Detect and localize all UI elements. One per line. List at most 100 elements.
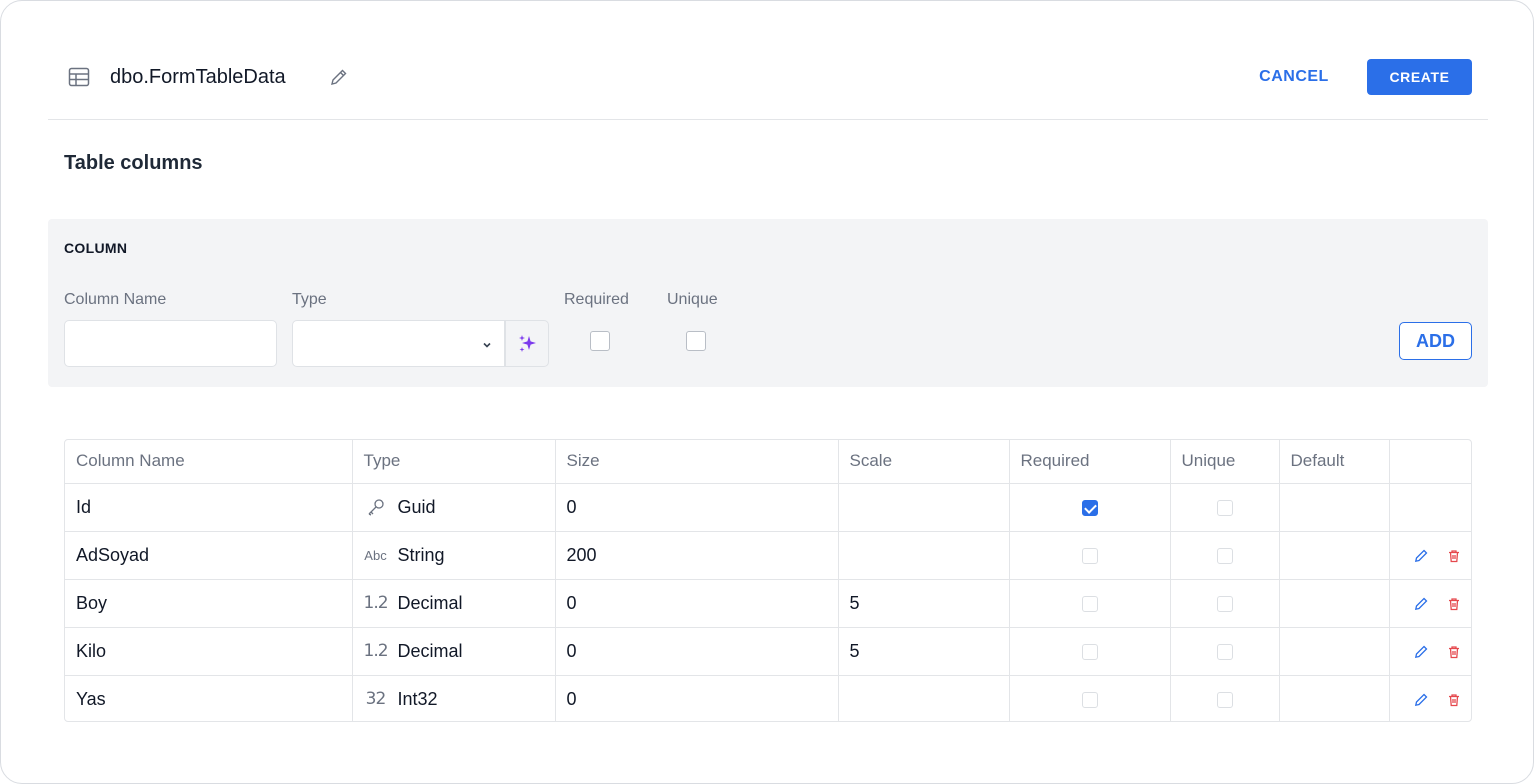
type-name: String [397, 544, 445, 565]
table-row: Yas 32 Int32 0 [65, 675, 1471, 721]
sparkles-icon [519, 335, 536, 352]
cell-column-name: AdSoyad [65, 531, 353, 580]
cell-type: Guid [352, 483, 556, 532]
unique-checkbox[interactable] [1216, 643, 1233, 660]
header-actions [1389, 440, 1471, 484]
header-column-name: Column Name [65, 440, 353, 484]
key-icon [368, 499, 384, 516]
cell-size: 0 [555, 627, 839, 676]
cell-size: 0 [555, 675, 839, 721]
create-button[interactable]: CREATE [1367, 59, 1472, 95]
decimal-type-icon: 1.2 [363, 593, 389, 613]
cell-required [1009, 675, 1171, 721]
unique-checkbox[interactable] [686, 331, 706, 351]
delete-trash-icon[interactable] [1446, 692, 1462, 708]
unique-label: Unique [667, 291, 718, 308]
cell-type: Abc String [352, 531, 556, 580]
cell-unique [1170, 627, 1280, 676]
delete-trash-icon[interactable] [1446, 644, 1462, 660]
cell-default [1279, 675, 1390, 721]
cell-unique [1170, 483, 1280, 532]
cell-actions [1389, 531, 1471, 580]
column-name-label: Column Name [64, 291, 167, 308]
cell-default [1279, 531, 1390, 580]
required-checkbox[interactable] [1081, 692, 1098, 708]
type-name: Decimal [397, 592, 463, 613]
edit-pencil-icon[interactable] [1413, 548, 1429, 564]
cell-actions [1389, 627, 1471, 676]
add-column-button[interactable]: ADD [1399, 322, 1472, 360]
cell-type: 32 Int32 [352, 675, 556, 721]
unique-checkbox[interactable] [1216, 595, 1233, 612]
cancel-button[interactable]: CANCEL [1244, 59, 1344, 95]
cell-column-name: Id [65, 483, 353, 532]
cell-required [1009, 627, 1171, 676]
cell-column-name: Boy [65, 579, 353, 628]
column-form-panel: COLUMN Column Name Type Required Unique … [48, 219, 1488, 387]
required-checkbox[interactable] [590, 331, 610, 351]
text-type-icon: Abc [364, 547, 387, 563]
type-select[interactable] [292, 320, 505, 367]
required-checkbox[interactable] [1081, 547, 1098, 564]
cell-actions [1389, 579, 1471, 628]
cell-size: 0 [555, 579, 839, 628]
cell-default [1279, 579, 1390, 628]
cell-column-name: Yas [65, 675, 353, 721]
cell-default [1279, 627, 1390, 676]
edit-pencil-icon[interactable] [1413, 596, 1429, 612]
cell-unique [1170, 531, 1280, 580]
unique-checkbox[interactable] [1216, 547, 1233, 564]
delete-trash-icon[interactable] [1446, 596, 1462, 612]
cell-size: 0 [555, 483, 839, 532]
required-label: Required [564, 291, 629, 308]
unique-checkbox[interactable] [1216, 499, 1233, 516]
table-header-row: Column Name Type Size Scale Required Uni… [65, 440, 1471, 484]
cell-default [1279, 483, 1390, 532]
table-row: Id Guid 0 [65, 483, 1471, 532]
cell-scale: 5 [838, 579, 1010, 628]
table-row: Kilo 1.2 Decimal 0 5 [65, 627, 1471, 676]
unique-checkbox[interactable] [1216, 692, 1233, 708]
edit-pencil-icon[interactable] [1413, 692, 1429, 708]
dialog-header: dbo.FormTableData CANCEL CREATE [48, 41, 1488, 120]
required-checkbox[interactable] [1081, 595, 1098, 612]
cell-type: 1.2 Decimal [352, 579, 556, 628]
edit-pencil-icon[interactable] [1413, 644, 1429, 660]
header-default: Default [1279, 440, 1390, 484]
column-name-input[interactable] [64, 320, 277, 367]
header-size: Size [555, 440, 839, 484]
required-checkbox[interactable] [1081, 499, 1098, 516]
type-name: Guid [397, 496, 436, 517]
decimal-type-icon: 1.2 [363, 641, 389, 661]
delete-trash-icon[interactable] [1446, 548, 1462, 564]
cell-required [1009, 483, 1171, 532]
type-name: Decimal [397, 640, 463, 661]
cell-column-name: Kilo [65, 627, 353, 676]
cell-scale: 5 [838, 627, 1010, 676]
section-title: Table columns [64, 152, 203, 174]
header-unique: Unique [1170, 440, 1280, 484]
columns-table: Column Name Type Size Scale Required Uni… [64, 439, 1472, 722]
column-form-heading: COLUMN [64, 240, 128, 256]
header-required: Required [1009, 440, 1171, 484]
cell-unique [1170, 579, 1280, 628]
integer-type-icon: 32 [365, 689, 387, 710]
cell-scale [838, 675, 1010, 721]
cell-size: 200 [555, 531, 839, 580]
cell-type: 1.2 Decimal [352, 627, 556, 676]
ai-suggest-button[interactable] [505, 320, 549, 367]
cell-unique [1170, 675, 1280, 721]
rename-pencil-icon[interactable] [329, 67, 349, 87]
required-checkbox[interactable] [1081, 643, 1098, 660]
cell-required [1009, 531, 1171, 580]
cell-actions [1389, 483, 1471, 532]
chevron-down-icon [483, 342, 491, 348]
dialog-frame: dbo.FormTableData CANCEL CREATE Table co… [0, 0, 1534, 784]
cell-scale [838, 531, 1010, 580]
table-row: Boy 1.2 Decimal 0 5 [65, 579, 1471, 628]
type-label: Type [292, 291, 327, 308]
table-icon [68, 67, 90, 87]
cell-required [1009, 579, 1171, 628]
cell-actions [1389, 675, 1471, 721]
table-row: AdSoyad Abc String 200 [65, 531, 1471, 580]
